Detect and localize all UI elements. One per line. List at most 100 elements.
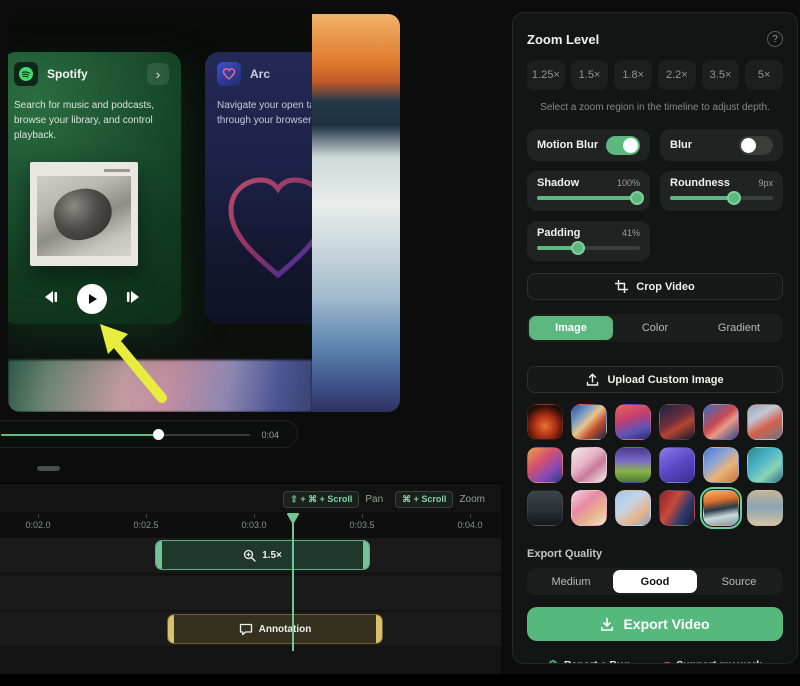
- arc-logo-heart: [223, 170, 323, 300]
- toggle-switch[interactable]: [739, 136, 773, 155]
- wallpaper-thumbnail[interactable]: [703, 404, 739, 440]
- wallpaper-thumbnail[interactable]: [527, 490, 563, 526]
- wallpaper-thumbnail[interactable]: [615, 447, 651, 483]
- wallpaper-grid: [527, 404, 783, 526]
- bottom-black-bar: [0, 674, 800, 686]
- speech-bubble-icon: [239, 623, 253, 636]
- video-preview-canvas[interactable]: Spotify › Search for music and podcasts,…: [8, 14, 400, 412]
- arc-icon: [217, 62, 241, 86]
- heart-icon: ♥: [664, 659, 671, 665]
- wallpaper-thumbnail[interactable]: [571, 447, 607, 483]
- zoom-level-option[interactable]: 1.25×: [527, 60, 565, 90]
- slider-head: Roundness9px: [670, 177, 773, 189]
- slider-card-roundness: Roundness9px: [660, 171, 783, 211]
- wallpaper-thumbnail[interactable]: [747, 404, 783, 440]
- wallpaper-thumbnail[interactable]: [571, 490, 607, 526]
- wallpaper-thumbnail[interactable]: [703, 490, 739, 526]
- panel-resize-handle[interactable]: [37, 466, 60, 471]
- footer-link[interactable]: ⚙ Report a Bug: [548, 658, 630, 664]
- slider-name: Roundness: [670, 177, 730, 189]
- slider-name: Padding: [537, 227, 580, 239]
- tab-image[interactable]: Image: [529, 316, 613, 340]
- play-button[interactable]: [77, 284, 107, 314]
- footer-link-label: Support my work: [676, 659, 762, 665]
- slider-track[interactable]: [670, 196, 773, 200]
- arc-extension-card: Arc Navigate your open tabs through your…: [205, 52, 323, 324]
- wallpaper-thumbnail[interactable]: [571, 404, 607, 440]
- chevron-right-icon: ›: [156, 67, 160, 82]
- footer-link[interactable]: ♥ Support my work: [664, 658, 762, 664]
- bug-icon: ⚙: [548, 658, 558, 664]
- wallpaper-thumbnail[interactable]: [703, 447, 739, 483]
- wallpaper-thumbnail[interactable]: [659, 404, 695, 440]
- quality-option-good[interactable]: Good: [613, 570, 697, 593]
- slider-knob[interactable]: [727, 191, 741, 205]
- toggle-knob: [623, 138, 638, 153]
- slider-knob[interactable]: [630, 191, 644, 205]
- playhead-handle[interactable]: [286, 512, 300, 524]
- wallpaper-thumbnail[interactable]: [615, 404, 651, 440]
- annotation-left-handle[interactable]: [168, 615, 174, 643]
- upload-custom-image-button[interactable]: Upload Custom Image: [527, 366, 783, 393]
- slider-track[interactable]: [537, 246, 640, 250]
- wallpaper-thumbnail[interactable]: [659, 490, 695, 526]
- quality-option-source[interactable]: Source: [697, 570, 781, 593]
- annotation-right-handle[interactable]: [376, 615, 382, 643]
- wallpaper-thumbnail[interactable]: [659, 447, 695, 483]
- timeline-ruler[interactable]: 0:02.00:02.50:03.00:03.50:04.0: [0, 512, 501, 538]
- empty-track[interactable]: [0, 576, 501, 610]
- slider-track[interactable]: [537, 196, 640, 200]
- slider-fill: [670, 196, 734, 200]
- zoom-region-left-handle[interactable]: [156, 541, 162, 569]
- ruler-tick: [146, 514, 147, 518]
- arc-card-description: Navigate your open tabs through your bro…: [217, 98, 311, 128]
- zoom-level-option[interactable]: 1.5×: [571, 60, 609, 90]
- zoom-level-option[interactable]: 5×: [745, 60, 783, 90]
- shortcut-action-label: Pan: [365, 494, 383, 505]
- spotify-open-button[interactable]: ›: [147, 63, 169, 85]
- crop-video-button[interactable]: Crop Video: [527, 273, 783, 300]
- spotify-icon: [14, 62, 38, 86]
- background-wallpaper-strip: [312, 14, 400, 412]
- zoom-level-option[interactable]: 3.5×: [702, 60, 740, 90]
- slider-head: Padding 41%: [537, 227, 640, 239]
- slider-card-shadow: Shadow100%: [527, 171, 650, 211]
- spotify-extension-card: Spotify › Search for music and podcasts,…: [8, 52, 181, 324]
- arc-card-title: Arc: [250, 67, 311, 81]
- crop-icon: [615, 280, 628, 293]
- progress-handle[interactable]: [153, 429, 164, 440]
- album-art-caption: [104, 169, 130, 172]
- annotation-clip[interactable]: Annotation: [167, 614, 383, 644]
- toggle-row: Motion BlurBlur: [527, 129, 783, 161]
- zoom-region-right-handle[interactable]: [363, 541, 369, 569]
- next-track-icon[interactable]: [125, 290, 140, 308]
- player-progress-bar[interactable]: 0:04: [0, 420, 298, 448]
- export-video-button[interactable]: Export Video: [527, 607, 783, 641]
- zoom-level-option[interactable]: 2.2×: [658, 60, 696, 90]
- footer-link-label: Report a Bug: [564, 659, 630, 665]
- wallpaper-thumbnail[interactable]: [615, 490, 651, 526]
- wallpaper-thumbnail[interactable]: [747, 490, 783, 526]
- quality-option-medium[interactable]: Medium: [529, 570, 613, 593]
- slider-knob[interactable]: [571, 241, 585, 255]
- previous-track-icon[interactable]: [44, 290, 59, 308]
- background-type-tabs: ImageColorGradient: [527, 314, 783, 342]
- app-window: Spotify › Search for music and podcasts,…: [0, 0, 800, 686]
- tab-gradient[interactable]: Gradient: [697, 316, 781, 340]
- wallpaper-thumbnail[interactable]: [527, 404, 563, 440]
- zoom-level-option[interactable]: 1.8×: [614, 60, 652, 90]
- toggle-switch[interactable]: [606, 136, 640, 155]
- upload-icon: [586, 373, 599, 387]
- zoom-region-clip[interactable]: 1.5×: [155, 540, 370, 570]
- ruler-tick-label: 0:03.0: [241, 520, 266, 530]
- tab-color[interactable]: Color: [613, 316, 697, 340]
- wallpaper-thumbnail[interactable]: [527, 447, 563, 483]
- keyboard-shortcut-badge: ⌘ + Scroll: [395, 491, 453, 508]
- ruler-tick: [38, 514, 39, 518]
- wallpaper-thumbnail[interactable]: [747, 447, 783, 483]
- duration-label: 0:04: [261, 430, 279, 440]
- slider-value: 100%: [617, 178, 640, 188]
- ruler-tick-label: 0:02.5: [133, 520, 158, 530]
- slider-value: 41%: [622, 228, 640, 238]
- help-icon[interactable]: ?: [767, 31, 783, 47]
